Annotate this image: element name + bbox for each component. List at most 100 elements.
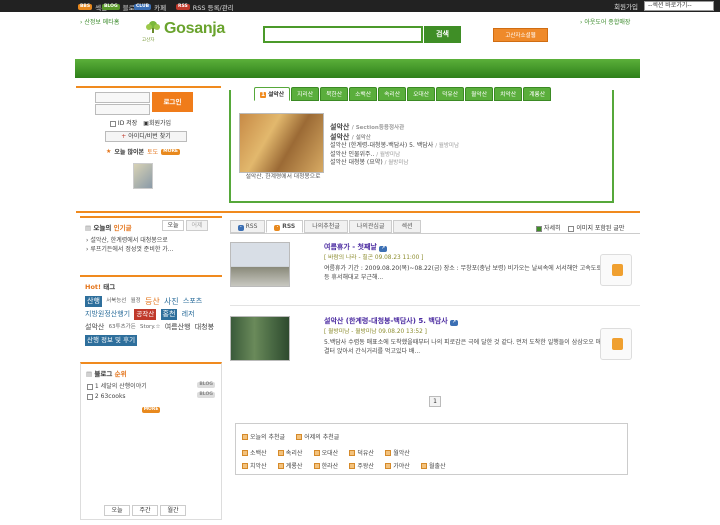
tag-item[interactable]: 지방원정산행기	[85, 309, 130, 320]
detail-checkbox[interactable]: 자세히	[536, 223, 560, 232]
tag-item[interactable]: 등산	[145, 296, 160, 307]
tag-item[interactable]: 레저	[182, 309, 195, 320]
rec-today-link[interactable]: 오늘의 추천글	[242, 432, 285, 441]
tag-item[interactable]: 월정	[131, 296, 141, 307]
tag-item[interactable]: 산행	[85, 296, 102, 307]
tag-item[interactable]: 공작산	[134, 309, 157, 320]
tab-today[interactable]: 오늘	[162, 220, 184, 231]
rec-mountain-link[interactable]: 소백산	[242, 448, 267, 457]
social-web-button[interactable]: 고산자소셜웹	[493, 28, 548, 42]
logo-mark-icon	[145, 20, 161, 38]
mountain-line[interactable]: 설악산 / Section등용정사관	[330, 122, 459, 132]
tag-item[interactable]: 서북능선	[106, 296, 126, 307]
tab-sobaek[interactable]: 소백산	[349, 87, 378, 101]
rank-item[interactable]: 2 63cooks BLOG	[87, 392, 215, 402]
mountain-line[interactable]: 설악산 대청봉 (요약) / 월방미남	[330, 159, 459, 168]
mountain-line[interactable]: 설악산 / 설악산	[330, 132, 459, 142]
badge-icon: 1	[260, 92, 267, 98]
rec-yesterday-link[interactable]: 어제의 추천글	[296, 432, 339, 441]
tab-today[interactable]: 오늘	[104, 505, 130, 516]
feed-post: 여름휴가 - 첫째날 ↗ [ 바람의 나라 - 힐곤 09.08.23 11:0…	[230, 242, 640, 302]
id-input[interactable]	[95, 92, 150, 103]
tab-rss[interactable]: · RSS	[266, 220, 304, 233]
plus-icon: +	[121, 133, 127, 140]
post-title[interactable]: 설악산 (한계령-대청봉-백담사) 5. 백담사 ↗	[324, 316, 458, 326]
tab-rss-all[interactable]: · RSS	[230, 220, 266, 233]
tag-item[interactable]: 대청봉	[195, 322, 214, 333]
tab-jiri[interactable]: 지리산	[291, 87, 320, 101]
search-button[interactable]: 검색	[424, 26, 461, 43]
login-button[interactable]: 로그인	[152, 92, 193, 112]
tab-odae[interactable]: 오대산	[407, 87, 436, 101]
rec-mountain-link[interactable]: 덕유산	[349, 448, 374, 457]
rank-period-tabs: 오늘 주간 월간	[104, 505, 186, 516]
recommend-button[interactable]	[600, 328, 632, 360]
thumbs-up-icon	[612, 264, 623, 276]
tag-item[interactable]: 설악산	[85, 322, 104, 333]
tab-month[interactable]: 월간	[160, 505, 186, 516]
tab-woraksan[interactable]: 월악산	[465, 87, 494, 101]
tag-item[interactable]: 사진	[164, 296, 179, 307]
rec-mountain-link[interactable]: 월출산	[420, 461, 446, 470]
rec-mountain-link[interactable]: 치악산	[242, 461, 267, 470]
post-body: 5.백담사 수렴동 매표소에 도착했을때부터 나의 피로감은 극에 달한 것 같…	[324, 339, 607, 355]
join-button[interactable]: ▣회원가입	[143, 118, 171, 127]
feed-options: 자세히 이미지 포함된 글만	[536, 223, 624, 232]
rec-mountain-link[interactable]: 가야산	[385, 461, 410, 470]
mountain-line[interactable]: 설악산 (한계령-대청봉-백담사) 5. 백담사 / 월방미남	[330, 142, 459, 151]
rank-item[interactable]: 1 세달의 산행이야기 BLOG	[87, 382, 215, 392]
rec-mountain-link[interactable]: 속리산	[277, 448, 302, 457]
tab-yesterday[interactable]: 어제	[186, 220, 208, 231]
rec-mountain-link[interactable]: 오대산	[313, 448, 338, 457]
tag-item[interactable]: 여름산행	[165, 322, 191, 333]
tag-item[interactable]: 63투츠가든	[109, 322, 136, 333]
tab-deogyu[interactable]: 덕유산	[436, 87, 465, 101]
id-save-checkbox[interactable]: ID 저장	[110, 118, 137, 127]
popular-thumbnail[interactable]	[133, 163, 153, 189]
tab-gyeryong[interactable]: 계룡산	[523, 87, 552, 101]
tab-week[interactable]: 주간	[132, 505, 158, 516]
topbar-rss-link[interactable]: RSS RSS 등록/관리	[176, 2, 234, 12]
meta-home-link[interactable]: › 산정보 메타홈	[80, 17, 119, 26]
tab-songni[interactable]: 속리산	[378, 87, 407, 101]
more-button[interactable]: MORE	[141, 407, 161, 413]
feed-divider	[230, 233, 640, 234]
post-thumbnail[interactable]	[230, 316, 290, 361]
more-button[interactable]: MORE	[161, 148, 180, 155]
post-meta: [ 바람의 나라 - 힐곤 09.08.23 11:00 ]	[324, 255, 424, 261]
rec-mountain-link[interactable]: 계룡산	[277, 461, 302, 470]
tab-seorak[interactable]: 1 설악산	[254, 87, 291, 101]
tag-item[interactable]: 스포츠	[183, 296, 202, 307]
rec-mountain-link[interactable]: 주왕산	[349, 461, 374, 470]
tab-my-interest[interactable]: 나의관심글	[348, 220, 393, 233]
tab-bukhan[interactable]: 북한산	[320, 87, 349, 101]
recommend-button[interactable]	[600, 254, 632, 286]
tag-item[interactable]: Story.☆	[140, 322, 160, 333]
tab-my-recommend[interactable]: 나의추천글	[304, 220, 348, 233]
outdoor-shop-link[interactable]: › 아웃도어 종합매장	[580, 17, 630, 26]
post-title[interactable]: 여름휴가 - 첫째날 ↗	[324, 242, 388, 252]
rec-mountain-link[interactable]: 월악산	[385, 448, 410, 457]
hot-post-item[interactable]: › 설악산, 한계령에서 대청봉으로	[86, 236, 216, 245]
tab-section[interactable]: 섹션	[393, 220, 421, 233]
blog-rank-panel: ▤ 블로그 순위 1 세달의 산행이야기 BLOG 2 63cooks BLOG M…	[80, 362, 222, 520]
post-thumbnail[interactable]	[230, 242, 290, 287]
mountain-map-image[interactable]	[239, 113, 324, 173]
find-account-button[interactable]: + 아이디/비번 찾기	[105, 131, 187, 142]
tag-item[interactable]: 홍천	[160, 309, 178, 320]
rec-mountain-link[interactable]: 한라산	[313, 461, 338, 470]
tag-item[interactable]: 산행 정보 및 후기	[85, 335, 138, 346]
hot-tags-panel: Hot! 태그 산행 서북능선 월정 등산 사진 스포츠 지방원정산행기 공작산…	[80, 275, 222, 351]
image-only-checkbox[interactable]: 이미지 포함된 글만	[568, 223, 624, 232]
feed-tabs: · RSS · RSS 나의추천글 나의관심글 섹션	[230, 220, 421, 233]
site-logo[interactable]: Gosanja	[145, 20, 225, 38]
join-link[interactable]: 회원가입	[614, 1, 638, 11]
topbar-cafe-link[interactable]: CLUB 카페	[134, 2, 166, 12]
page-number[interactable]: 1	[429, 396, 441, 407]
section-select[interactable]: --섹션 바로가기--	[644, 1, 714, 11]
password-input[interactable]	[95, 104, 150, 115]
hot-post-item[interactable]: › 루프기든에서 정성껏 준비한 가...	[86, 245, 216, 254]
tab-chiak[interactable]: 치악산	[494, 87, 523, 101]
search-input[interactable]	[263, 26, 423, 43]
mountain-line[interactable]: 설악산 인물위주.. / 월방미남	[330, 151, 459, 160]
